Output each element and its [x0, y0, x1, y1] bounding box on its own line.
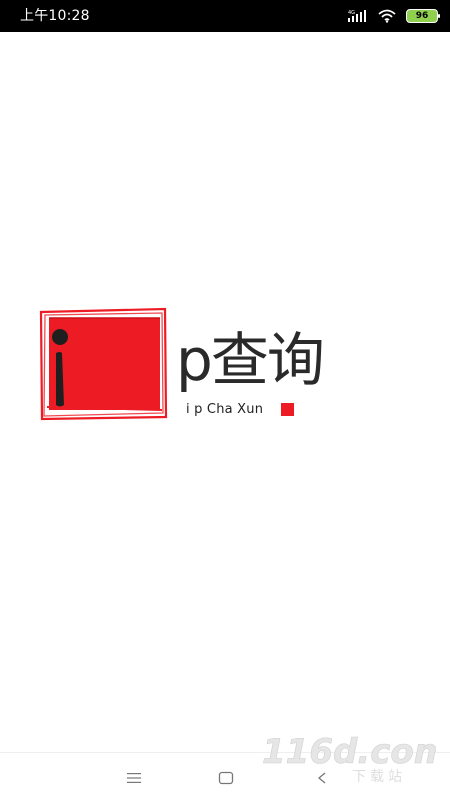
status-icons: 4G 96 — [348, 7, 440, 25]
menu-button[interactable] — [122, 767, 146, 789]
watermark-logo: 116d.com 下载站 — [262, 732, 436, 785]
logo-stamp — [39, 307, 168, 421]
red-square-icon — [281, 403, 294, 416]
battery-icon: 96 — [406, 9, 440, 23]
watermark-text: 116d.com — [262, 732, 436, 772]
wordmark-text: p查询 — [176, 326, 325, 394]
wifi-icon — [378, 9, 396, 23]
home-icon — [218, 771, 234, 785]
watermark-caption: 下载站 — [352, 769, 406, 785]
battery-level: 96 — [415, 11, 429, 21]
status-bar: 上午10:28 4G 96 — [0, 0, 450, 32]
signal-icon: 4G — [348, 10, 366, 22]
app-wordmark: p查询 — [176, 325, 386, 395]
home-button[interactable] — [214, 767, 238, 789]
svg-text:4G: 4G — [348, 10, 355, 16]
app-subtitle: i p Cha Xun — [186, 402, 264, 417]
menu-icon — [127, 773, 141, 783]
status-time: 上午10:28 — [20, 8, 90, 24]
